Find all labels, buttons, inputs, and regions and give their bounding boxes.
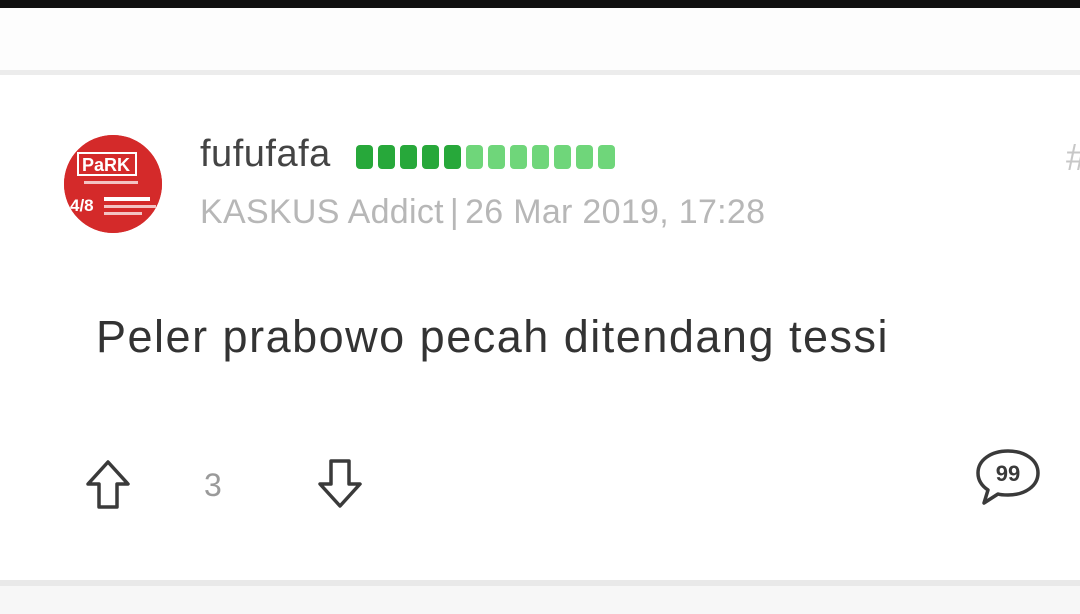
reputation-dot <box>378 145 395 169</box>
reputation-bar <box>356 145 615 169</box>
post-card: PaRK 4/8 fufufafa KASKUS Addict | 26 Mar 2… <box>0 75 1080 580</box>
top-status-strip <box>0 0 1080 8</box>
vote-count: 3 <box>204 467 222 503</box>
arrow-up-outline-icon <box>86 460 130 509</box>
reputation-dot <box>488 145 505 169</box>
avatar-text-side: 4/8 <box>70 196 94 215</box>
post-number-link[interactable]: # <box>1066 137 1080 180</box>
reputation-dot <box>422 145 439 169</box>
upvote-button[interactable] <box>84 459 132 511</box>
next-post-area <box>0 586 1080 614</box>
post-body-text: Peler prabowo pecah ditendang tessi <box>96 311 890 362</box>
reputation-dot <box>532 145 549 169</box>
reputation-dot <box>444 145 461 169</box>
avatar[interactable]: PaRK 4/8 <box>64 135 162 233</box>
reputation-dot <box>466 145 483 169</box>
previous-post-area <box>0 8 1080 70</box>
arrow-down-outline-icon <box>318 459 362 508</box>
post-meta: KASKUS Addict | 26 Mar 2019, 17:28 <box>200 193 765 232</box>
reputation-dot <box>576 145 593 169</box>
quote-bubble-icon: 99 <box>976 449 1040 505</box>
downvote-button[interactable] <box>316 457 364 509</box>
quote-icon-text: 99 <box>996 461 1020 486</box>
avatar-text-top: PaRK <box>82 155 130 175</box>
post-timestamp: 26 Mar 2019, 17:28 <box>465 193 766 231</box>
reputation-dot <box>400 145 417 169</box>
reputation-dot <box>356 145 373 169</box>
username[interactable]: fufufafa <box>200 133 331 176</box>
user-rank: KASKUS Addict <box>200 193 444 231</box>
reputation-dot <box>598 145 615 169</box>
avatar-image: PaRK 4/8 <box>64 135 162 233</box>
meta-separator: | <box>449 193 460 231</box>
reputation-dot <box>510 145 527 169</box>
reputation-dot <box>554 145 571 169</box>
quote-button[interactable]: 99 <box>974 447 1042 507</box>
